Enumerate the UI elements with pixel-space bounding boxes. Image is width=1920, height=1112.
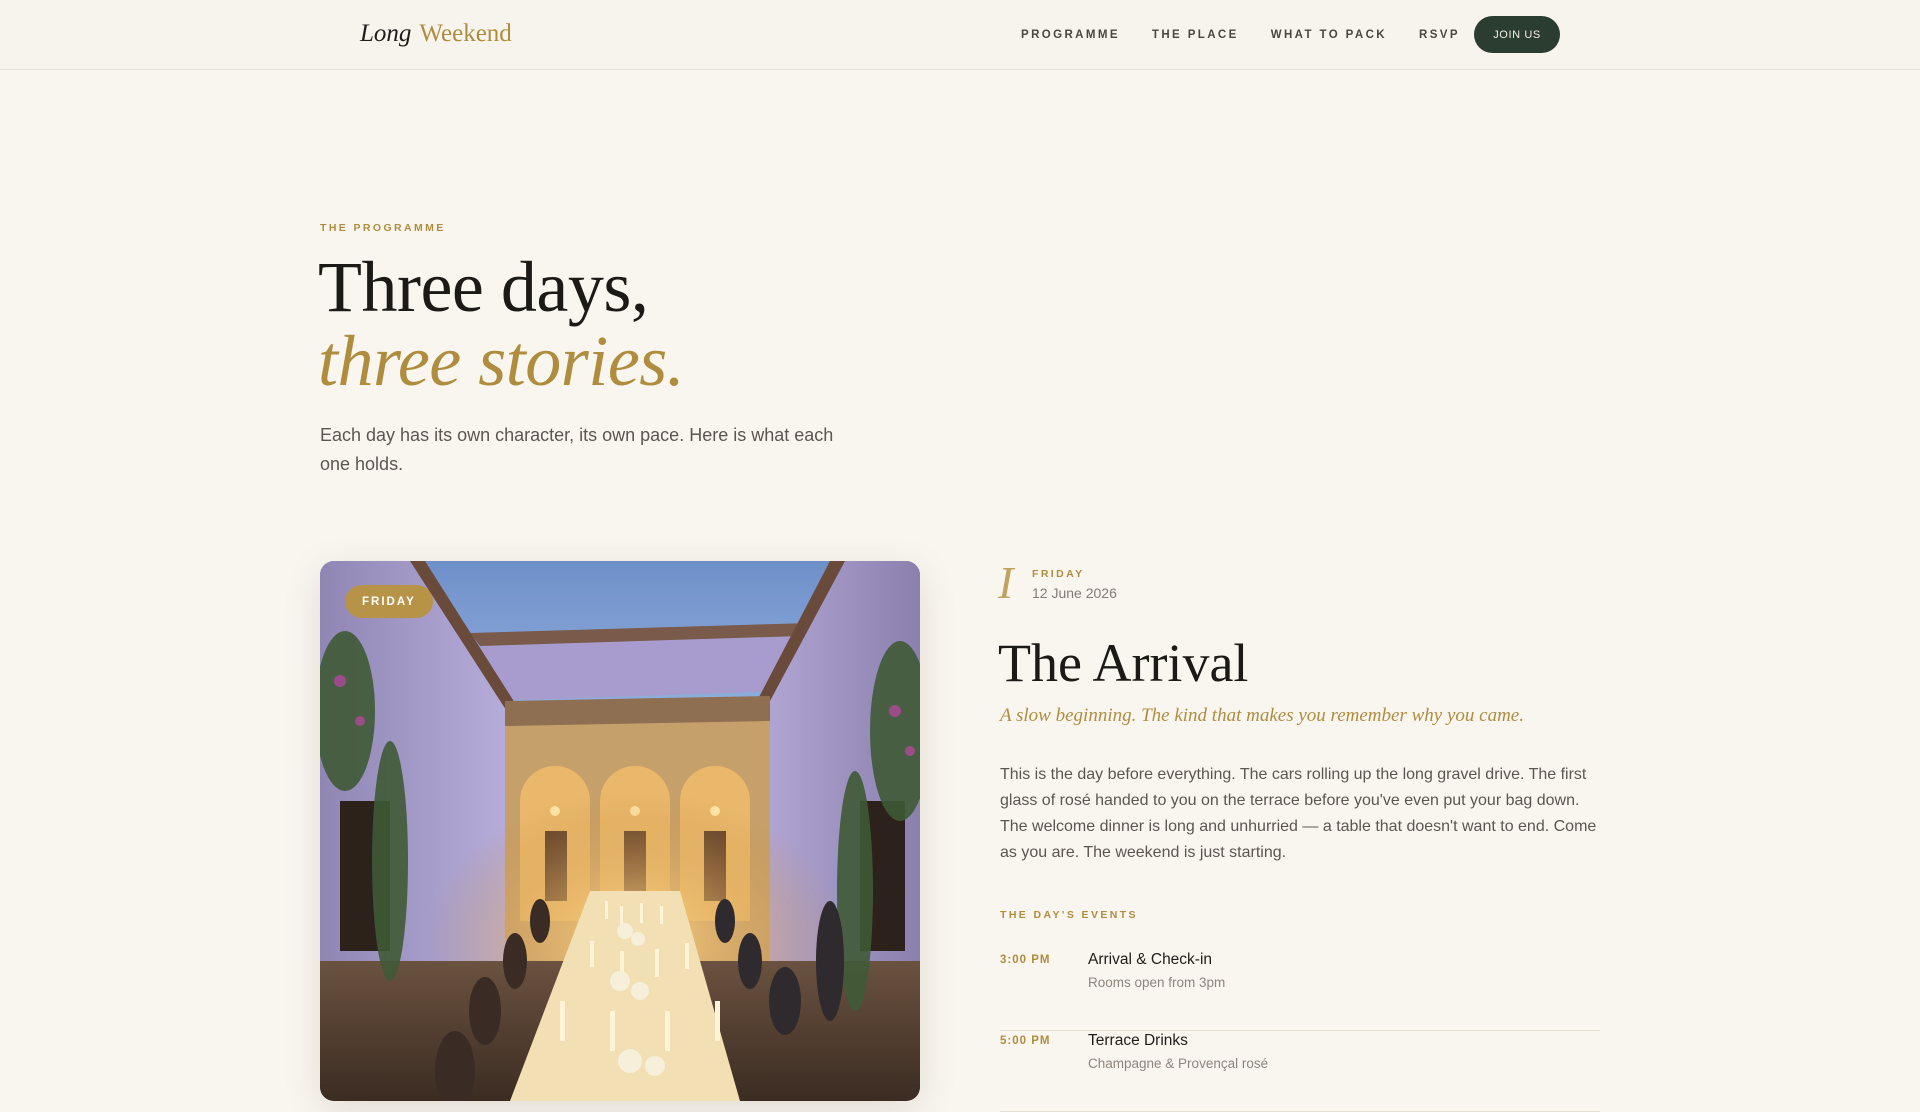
events-heading: THE DAY'S EVENTS (1000, 909, 1138, 921)
courtyard-dinner-photo (320, 561, 920, 1101)
headline-line-2: three stories. (318, 321, 685, 401)
event-item: 5:00 PM Terrace Drinks Champagne & Prove… (1000, 1031, 1600, 1112)
day-numeral: I (998, 557, 1014, 608)
event-title: Terrace Drinks (1088, 1032, 1188, 1049)
day-name: FRIDAY (1032, 568, 1085, 580)
nav-link-what-to-pack[interactable]: WHAT TO PACK (1271, 28, 1387, 42)
event-item: 3:00 PM Arrival & Check-in Rooms open fr… (1000, 950, 1600, 1031)
events-list: 3:00 PM Arrival & Check-in Rooms open fr… (1000, 950, 1600, 1112)
day-tagline: A slow beginning. The kind that makes yo… (1000, 705, 1524, 726)
day-title: The Arrival (998, 633, 1249, 693)
event-details: Arrival & Check-in Rooms open from 3pm (1088, 950, 1225, 1030)
day-badge: FRIDAY (345, 585, 433, 618)
nav-links: PROGRAMME THE PLACE WHAT TO PACK RSVP (1021, 28, 1460, 42)
event-subtitle: Rooms open from 3pm (1088, 975, 1226, 990)
day-date: 12 June 2026 (1032, 585, 1117, 601)
event-time: 3:00 PM (1000, 954, 1051, 966)
headline-line-1: Three days, (318, 247, 649, 327)
section-eyebrow: THE PROGRAMME (320, 222, 446, 234)
nav-link-rsvp[interactable]: RSVP (1419, 28, 1460, 42)
page-title: Three days, three stories. (318, 247, 685, 401)
top-nav: Long Weekend PROGRAMME THE PLACE WHAT TO … (0, 0, 1920, 70)
join-us-button[interactable]: JOIN US (1474, 16, 1560, 53)
event-title: Arrival & Check-in (1088, 951, 1213, 968)
event-time: 5:00 PM (1000, 1035, 1051, 1047)
event-details: Terrace Drinks Champagne & Provençal ros… (1088, 1031, 1268, 1111)
event-subtitle: Champagne & Provençal rosé (1088, 1056, 1269, 1071)
logo-word-weekend: Weekend (419, 20, 512, 47)
nav-link-the-place[interactable]: THE PLACE (1152, 28, 1239, 42)
site-logo[interactable]: Long Weekend (360, 18, 512, 50)
nav-link-programme[interactable]: PROGRAMME (1021, 28, 1120, 42)
intro-paragraph: Each day has its own character, its own … (320, 425, 834, 474)
logo-word-long: Long (360, 20, 412, 47)
day-description: This is the day before everything. The c… (1000, 766, 1597, 861)
